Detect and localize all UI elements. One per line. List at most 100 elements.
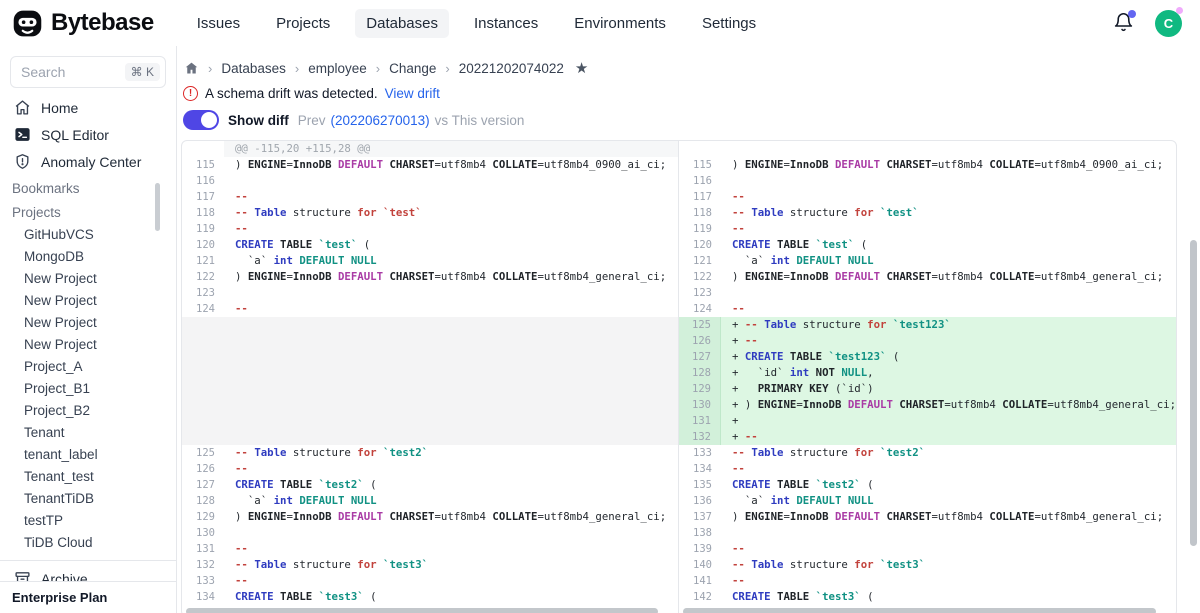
code-line: ) ENGINE=InnoDB DEFAULT CHARSET=utf8mb4 … (721, 269, 1176, 285)
project-item-project-b2[interactable]: Project_B2 (0, 399, 176, 421)
project-item-mongodb[interactable]: MongoDB (0, 245, 176, 267)
line-number: 120 (679, 237, 721, 253)
line-number: 124 (182, 301, 224, 317)
code-line: `a` int DEFAULT NULL (224, 493, 678, 509)
line-number: 134 (182, 589, 224, 605)
show-diff-toggle[interactable] (183, 110, 219, 130)
line-number: 118 (182, 205, 224, 221)
vs-label: vs This version (435, 113, 525, 128)
diff-row: 127CREATE TABLE `test2` ( (182, 477, 678, 493)
code-line (224, 317, 678, 333)
code-line (224, 397, 678, 413)
breadcrumb-item-20221202074022[interactable]: 20221202074022 (459, 61, 564, 76)
sidebar-item-label: Home (41, 100, 78, 116)
brand[interactable]: Bytebase (12, 8, 154, 39)
scrollbar-thumb[interactable] (186, 608, 658, 613)
code-line (224, 173, 678, 189)
main-content: ›Databases›employee›Change›2022120207402… (177, 46, 1200, 613)
sidebar-scrollbar[interactable] (155, 183, 160, 231)
code-line (224, 381, 678, 397)
sidebar-item-label: Anomaly Center (41, 154, 141, 170)
sidebar-item-sql-editor[interactable]: SQL Editor (0, 121, 176, 148)
sidebar-item-home[interactable]: Home (0, 94, 176, 121)
code-line: -- (721, 221, 1176, 237)
diff-row: 116 (182, 173, 678, 189)
breadcrumb: ›Databases›employee›Change›2022120207402… (181, 59, 1200, 77)
plan-badge: Enterprise Plan (0, 581, 176, 613)
search-box[interactable]: ⌘ K (10, 56, 166, 88)
breadcrumb-item-employee[interactable]: employee (308, 61, 367, 76)
avatar[interactable]: C (1155, 10, 1182, 37)
project-item-tenant[interactable]: Tenant (0, 421, 176, 443)
code-line (224, 429, 678, 445)
line-number (182, 141, 224, 157)
line-number: 117 (679, 189, 721, 205)
nav-item-environments[interactable]: Environments (563, 9, 677, 38)
diff-row: 127+ CREATE TABLE `test123` ( (679, 349, 1176, 365)
line-number: 130 (182, 525, 224, 541)
diff-row: 128+ `id` int NOT NULL, (679, 365, 1176, 381)
left-horizontal-scrollbar[interactable] (186, 608, 664, 613)
diff-row: 115) ENGINE=InnoDB DEFAULT CHARSET=utf8m… (679, 157, 1176, 173)
line-number (182, 429, 224, 445)
project-item-testtp[interactable]: testTP (0, 509, 176, 531)
diff-row: 126+ -- (679, 333, 1176, 349)
project-item-tenant-test[interactable]: Tenant_test (0, 465, 176, 487)
nav-item-issues[interactable]: Issues (186, 9, 251, 38)
notifications-button[interactable] (1113, 12, 1135, 34)
project-item-tenant-label[interactable]: tenant_label (0, 443, 176, 465)
diff-row: 122) ENGINE=InnoDB DEFAULT CHARSET=utf8m… (182, 269, 678, 285)
home-breadcrumb-icon[interactable] (184, 61, 199, 76)
project-item-tidb-cloud[interactable]: TiDB Cloud (0, 531, 176, 553)
diff-row: 131+ (679, 413, 1176, 429)
line-number: 126 (182, 461, 224, 477)
code-line: -- (721, 573, 1176, 589)
search-input[interactable] (21, 64, 113, 80)
project-item-tenanttidb[interactable]: TenantTiDB (0, 487, 176, 509)
scrollbar-thumb[interactable] (683, 608, 1156, 613)
line-number (679, 141, 721, 157)
code-line: CREATE TABLE `test2` ( (224, 477, 678, 493)
diff-row: 129+ PRIMARY KEY (`id`) (679, 381, 1176, 397)
line-number: 115 (679, 157, 721, 173)
view-drift-link[interactable]: View drift (385, 86, 440, 101)
favorite-star-icon[interactable]: ★ (575, 59, 588, 77)
nav-item-projects[interactable]: Projects (265, 9, 341, 38)
nav-item-instances[interactable]: Instances (463, 9, 549, 38)
diff-row: 123 (182, 285, 678, 301)
project-item-new-project[interactable]: New Project (0, 311, 176, 333)
code-line: ) ENGINE=InnoDB DEFAULT CHARSET=utf8mb4 … (721, 509, 1176, 525)
nav-item-settings[interactable]: Settings (691, 9, 767, 38)
diff-row: 117-- (679, 189, 1176, 205)
breadcrumb-item-databases[interactable]: Databases (221, 61, 286, 76)
code-line: ) ENGINE=InnoDB DEFAULT CHARSET=utf8mb4 … (721, 157, 1176, 173)
line-number: 117 (182, 189, 224, 205)
breadcrumb-separator: › (376, 61, 380, 76)
line-number: 122 (679, 269, 721, 285)
right-horizontal-scrollbar[interactable] (683, 608, 1162, 613)
breadcrumb-item-change[interactable]: Change (389, 61, 436, 76)
diff-row (182, 429, 678, 445)
diff-row: 138 (679, 525, 1176, 541)
diff-row: 118-- Table structure for `test` (679, 205, 1176, 221)
code-line: @@ -115,20 +115,28 @@ (224, 141, 678, 157)
code-line: -- (721, 301, 1176, 317)
code-line: CREATE TABLE `test3` ( (224, 589, 678, 605)
project-item-new-project[interactable]: New Project (0, 289, 176, 311)
code-line: CREATE TABLE `test` ( (721, 237, 1176, 253)
diff-row: 116 (679, 173, 1176, 189)
project-item-new-project[interactable]: New Project (0, 267, 176, 289)
project-item-project-b1[interactable]: Project_B1 (0, 377, 176, 399)
project-item-new-project[interactable]: New Project (0, 333, 176, 355)
nav-item-databases[interactable]: Databases (355, 9, 449, 38)
project-item-githubvcs[interactable]: GitHubVCS (0, 223, 176, 245)
diff-panel: @@ -115,20 +115,28 @@115) ENGINE=InnoDB … (181, 140, 1177, 613)
page-vertical-scrollbar[interactable] (1190, 240, 1197, 546)
line-number: 116 (679, 173, 721, 189)
code-line (224, 365, 678, 381)
prev-version-link[interactable]: (202206270013) (331, 113, 430, 128)
sidebar-section-bookmarks[interactable]: Bookmarks (0, 175, 176, 199)
sidebar-item-anomaly-center[interactable]: Anomaly Center (0, 148, 176, 175)
sidebar-section-projects[interactable]: Projects (0, 199, 176, 223)
project-item-project-a[interactable]: Project_A (0, 355, 176, 377)
